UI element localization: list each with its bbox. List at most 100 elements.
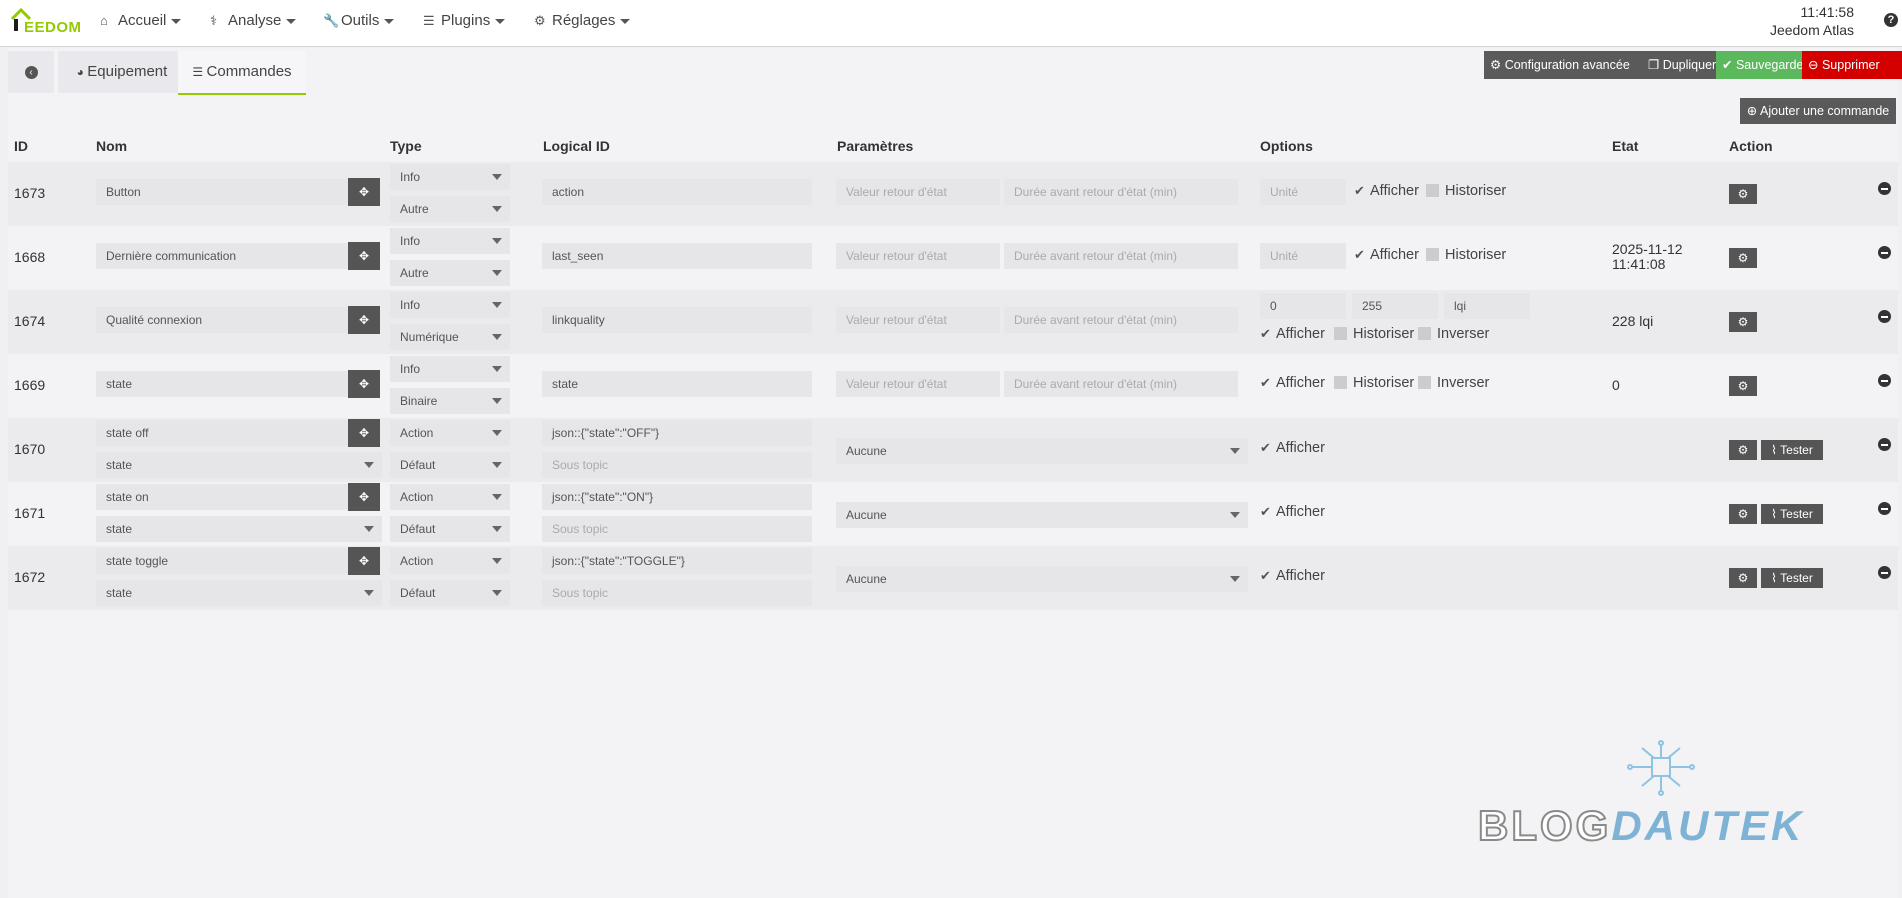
subtype-select[interactable]: Numérique <box>390 324 510 350</box>
sous-topic-input[interactable]: Sous topic <box>542 452 812 478</box>
widget-icon[interactable]: ✥ <box>348 370 380 398</box>
value-select[interactable]: state <box>96 580 382 606</box>
name-input[interactable]: Button <box>96 179 354 205</box>
logical-id-input[interactable]: json::{"state":"ON"} <box>542 484 812 510</box>
remove-command-icon[interactable] <box>1878 246 1891 259</box>
config-gear-button[interactable]: ⚙ <box>1729 248 1757 268</box>
parametre-select[interactable]: Aucune <box>836 566 1248 592</box>
historiser-checkbox[interactable]: Historiser <box>1426 247 1506 263</box>
ajouter-commande-button[interactable]: ⊕ Ajouter une commande <box>1740 98 1896 124</box>
widget-icon[interactable]: ✥ <box>348 242 380 270</box>
unit-input[interactable]: lqi <box>1444 293 1530 319</box>
sauvegarder-button[interactable]: ✔ Sauvegarder <box>1716 51 1814 79</box>
widget-icon[interactable]: ✥ <box>348 419 380 447</box>
unite-input[interactable]: Unité <box>1260 243 1346 269</box>
type-select[interactable]: Info <box>390 356 510 382</box>
nav-reglages[interactable]: ⚙ Réglages <box>534 12 631 29</box>
inverser-checkbox[interactable]: Inverser <box>1418 375 1489 391</box>
duree-retour-input[interactable]: Durée avant retour d'état (min) <box>1004 243 1238 269</box>
name-input[interactable]: state on <box>96 484 354 510</box>
tester-button[interactable]: ⌇ Tester <box>1761 440 1823 460</box>
remove-command-icon[interactable] <box>1878 502 1891 515</box>
widget-icon[interactable]: ✥ <box>348 178 380 206</box>
widget-icon[interactable]: ✥ <box>348 483 380 511</box>
subtype-select[interactable]: Binaire <box>390 388 510 414</box>
name-input[interactable]: state <box>96 371 354 397</box>
name-input[interactable]: Qualité connexion <box>96 307 354 333</box>
subtype-select[interactable]: Défaut <box>390 580 510 606</box>
name-input[interactable]: state off <box>96 420 354 446</box>
min-input[interactable]: 0 <box>1260 293 1346 319</box>
type-select[interactable]: Action <box>390 484 510 510</box>
historiser-checkbox[interactable]: Historiser <box>1334 326 1414 342</box>
remove-command-icon[interactable] <box>1878 566 1891 579</box>
name-input[interactable]: Dernière communication <box>96 243 354 269</box>
nav-analyse[interactable]: ⚕ Analyse <box>210 12 297 29</box>
remove-command-icon[interactable] <box>1878 438 1891 451</box>
nav-accueil[interactable]: ⌂ Accueil <box>100 12 182 29</box>
tester-button[interactable]: ⌇ Tester <box>1761 504 1823 524</box>
logical-id-input[interactable]: action <box>542 179 812 205</box>
type-select[interactable]: Action <box>390 548 510 574</box>
logical-id-input[interactable]: json::{"state":"TOGGLE"} <box>542 548 812 574</box>
help-icon[interactable]: ? <box>1884 13 1898 27</box>
widget-icon[interactable]: ✥ <box>348 306 380 334</box>
sous-topic-input[interactable]: Sous topic <box>542 580 812 606</box>
afficher-checkbox[interactable]: ✔ Afficher <box>1260 504 1325 520</box>
afficher-checkbox[interactable]: ✔ Afficher <box>1260 440 1325 456</box>
config-gear-button[interactable]: ⚙ <box>1729 312 1757 332</box>
logical-id-input[interactable]: state <box>542 371 812 397</box>
nav-outils[interactable]: 🔧 Outils <box>323 12 395 29</box>
config-gear-button[interactable]: ⚙ <box>1729 440 1757 460</box>
sous-topic-input[interactable]: Sous topic <box>542 516 812 542</box>
logical-id-input[interactable]: linkquality <box>542 307 812 333</box>
type-select[interactable]: Info <box>390 164 510 190</box>
remove-command-icon[interactable] <box>1878 310 1891 323</box>
config-avancee-button[interactable]: ⚙ Configuration avancée <box>1484 51 1654 79</box>
nav-plugins[interactable]: ☰ Plugins <box>423 12 506 29</box>
parametre-select[interactable]: Aucune <box>836 502 1248 528</box>
subtype-select[interactable]: Autre <box>390 196 510 222</box>
inverser-checkbox[interactable]: Inverser <box>1418 326 1489 342</box>
parametre-select[interactable]: Aucune <box>836 438 1248 464</box>
duree-retour-input[interactable]: Durée avant retour d'état (min) <box>1004 371 1238 397</box>
afficher-checkbox[interactable]: ✔ Afficher <box>1260 375 1325 391</box>
config-gear-button[interactable]: ⚙ <box>1729 568 1757 588</box>
name-input[interactable]: state toggle <box>96 548 354 574</box>
logical-id-input[interactable]: json::{"state":"OFF"} <box>542 420 812 446</box>
tester-button[interactable]: ⌇ Tester <box>1761 568 1823 588</box>
config-gear-button[interactable]: ⚙ <box>1729 184 1757 204</box>
max-input[interactable]: 255 <box>1352 293 1438 319</box>
subtype-select[interactable]: Défaut <box>390 452 510 478</box>
duree-retour-input[interactable]: Durée avant retour d'état (min) <box>1004 179 1238 205</box>
afficher-checkbox[interactable]: ✔ Afficher <box>1354 247 1419 263</box>
jeedom-logo[interactable]: JEEDOM <box>8 5 81 37</box>
back-tab[interactable]: ‹ <box>8 51 54 93</box>
value-select[interactable]: state <box>96 452 382 478</box>
config-gear-button[interactable]: ⚙ <box>1729 376 1757 396</box>
widget-icon[interactable]: ✥ <box>348 547 380 575</box>
afficher-checkbox[interactable]: ✔ Afficher <box>1354 183 1419 199</box>
duree-retour-input[interactable]: Durée avant retour d'état (min) <box>1004 307 1238 333</box>
tab-commandes[interactable]: ☰ Commandes <box>178 51 306 95</box>
type-select[interactable]: Action <box>390 420 510 446</box>
remove-command-icon[interactable] <box>1878 374 1891 387</box>
logical-id-input[interactable]: last_seen <box>542 243 812 269</box>
historiser-checkbox[interactable]: Historiser <box>1334 375 1414 391</box>
afficher-checkbox[interactable]: ✔ Afficher <box>1260 568 1325 584</box>
type-select[interactable]: Info <box>390 292 510 318</box>
type-select[interactable]: Info <box>390 228 510 254</box>
value-select[interactable]: state <box>96 516 382 542</box>
tab-equipement[interactable]: ◕ Equipement <box>58 51 186 93</box>
afficher-checkbox[interactable]: ✔ Afficher <box>1260 326 1325 342</box>
subtype-select[interactable]: Autre <box>390 260 510 286</box>
valeur-retour-input[interactable]: Valeur retour d'état <box>836 371 1000 397</box>
remove-command-icon[interactable] <box>1878 182 1891 195</box>
valeur-retour-input[interactable]: Valeur retour d'état <box>836 243 1000 269</box>
valeur-retour-input[interactable]: Valeur retour d'état <box>836 179 1000 205</box>
unite-input[interactable]: Unité <box>1260 179 1346 205</box>
historiser-checkbox[interactable]: Historiser <box>1426 183 1506 199</box>
subtype-select[interactable]: Défaut <box>390 516 510 542</box>
config-gear-button[interactable]: ⚙ <box>1729 504 1757 524</box>
supprimer-button[interactable]: ⊖ Supprimer <box>1802 51 1902 79</box>
